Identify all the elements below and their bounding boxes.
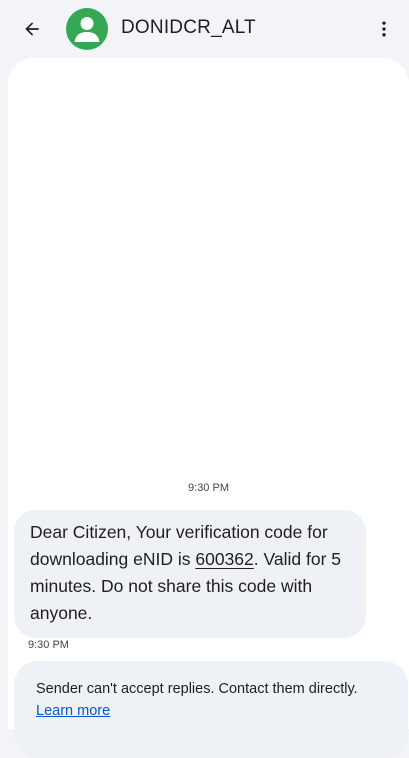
- notice-text: Sender can't accept replies. Contact the…: [36, 681, 358, 697]
- learn-more-link[interactable]: Learn more: [36, 703, 110, 719]
- verification-code[interactable]: 600362: [195, 549, 253, 569]
- contact-avatar[interactable]: [66, 8, 108, 50]
- cannot-reply-notice: Sender can't accept replies. Contact the…: [14, 661, 408, 758]
- person-avatar-icon: [74, 17, 100, 42]
- top-app-bar: DONIDCR_ALT: [0, 0, 409, 58]
- more-vert-icon: [382, 21, 386, 37]
- more-options-button[interactable]: [370, 15, 398, 43]
- incoming-message-bubble[interactable]: Dear Citizen, Your verification code for…: [14, 510, 366, 638]
- arrow-back-icon: [25, 22, 39, 36]
- message-date-header: 9:30 PM: [188, 482, 229, 494]
- back-button[interactable]: [18, 15, 46, 43]
- message-timestamp: 9:30 PM: [28, 639, 69, 651]
- conversation-panel[interactable]: 9:30 PM Dear Citizen, Your verification …: [8, 58, 409, 758]
- conversation-title[interactable]: DONIDCR_ALT: [121, 17, 256, 39]
